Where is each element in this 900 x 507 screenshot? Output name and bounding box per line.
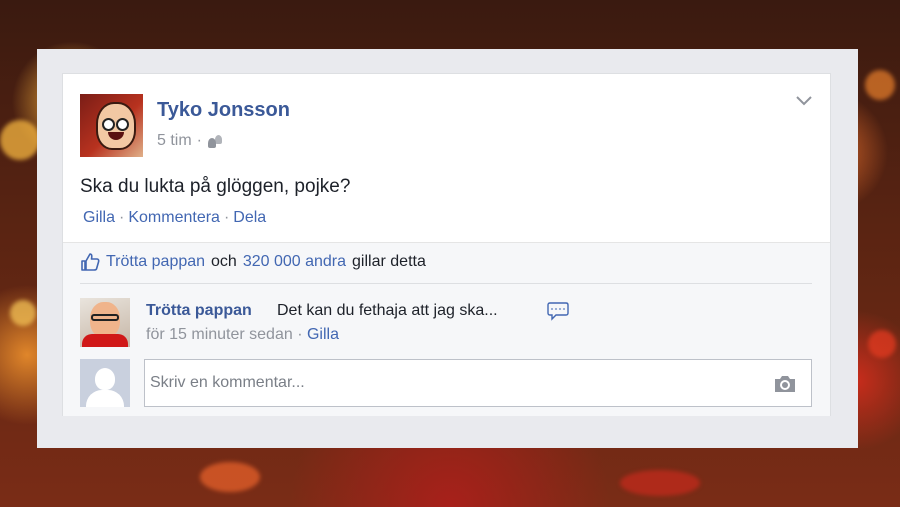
background-light <box>620 470 700 496</box>
author-avatar[interactable] <box>80 94 143 157</box>
comment-input[interactable] <box>144 359 812 407</box>
comment-meta: för 15 minuter sedan · Gilla <box>146 326 339 344</box>
thumbs-up-icon <box>80 252 100 272</box>
comment-meta-separator: · <box>297 326 303 343</box>
action-separator: · <box>223 209 230 226</box>
background-light <box>0 120 40 160</box>
avatar-shirt <box>82 334 128 347</box>
others-link[interactable]: 320 000 andra <box>243 253 346 271</box>
avatar-face <box>96 102 136 150</box>
background-light <box>200 462 260 492</box>
comment-link[interactable]: Kommentera <box>128 209 220 227</box>
divider <box>80 283 812 284</box>
likes-suffix: gillar detta <box>352 253 426 270</box>
chevron-down-icon[interactable] <box>796 96 812 108</box>
likes-conjunction: och <box>211 253 237 270</box>
commenter-avatar[interactable] <box>80 298 130 347</box>
post-timestamp[interactable]: 5 tim <box>157 132 192 150</box>
comment-like-link[interactable]: Gilla <box>307 326 339 343</box>
comment-text: Det kan du fethaja att jag ska... <box>277 302 498 319</box>
post-meta: 5 tim · <box>157 132 223 150</box>
avatar-glasses <box>91 314 119 321</box>
action-separator: · <box>119 209 125 226</box>
camera-icon[interactable] <box>773 374 797 394</box>
avatar-eye <box>116 118 129 131</box>
like-link[interactable]: Gilla <box>83 209 115 227</box>
post-author-name[interactable]: Tyko Jonsson <box>157 99 290 122</box>
liker-link[interactable]: Trötta pappan <box>106 253 205 271</box>
comment-author-name[interactable]: Trötta pappan <box>146 302 252 320</box>
speech-bubble-icon <box>544 302 570 322</box>
background-light <box>868 330 896 358</box>
avatar-silhouette-head <box>95 368 115 390</box>
friends-icon[interactable] <box>207 134 223 148</box>
background-light <box>10 300 36 326</box>
comment-timestamp[interactable]: för 15 minuter sedan <box>146 326 293 343</box>
post-actions: Gilla · Kommentera · Dela <box>83 209 266 227</box>
avatar-eye <box>102 118 115 131</box>
post-text: Ska du lukta på glöggen, pojke? <box>80 176 351 197</box>
avatar-mouth <box>108 132 124 140</box>
background-light <box>865 70 895 100</box>
likes-summary: Trötta pappan och 320 000 andra gillar d… <box>80 252 426 272</box>
meta-separator: · <box>196 132 202 149</box>
current-user-avatar <box>80 359 130 407</box>
avatar-silhouette-body <box>86 390 124 407</box>
share-link[interactable]: Dela <box>233 209 266 227</box>
